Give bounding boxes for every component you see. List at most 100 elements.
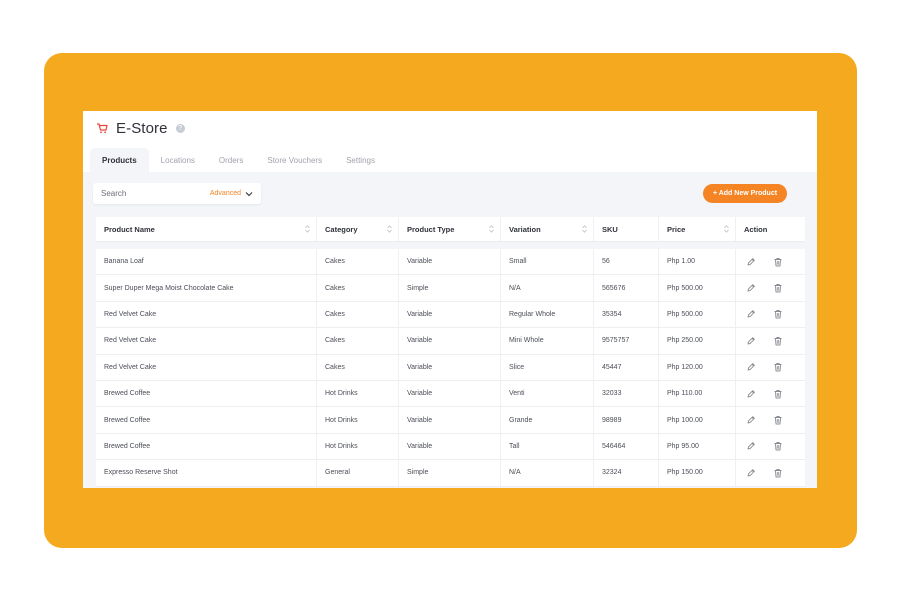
- cell-product-name: Red Velvet Cake: [96, 301, 317, 328]
- cell-product-type: Variable: [399, 301, 501, 328]
- tab-products[interactable]: Products: [90, 148, 149, 172]
- column-label: Product Name: [104, 224, 155, 234]
- sort-icon: [724, 225, 729, 233]
- tab-settings[interactable]: Settings: [334, 148, 387, 172]
- tab-orders[interactable]: Orders: [207, 148, 255, 172]
- cell-sku: 45447: [594, 354, 659, 380]
- add-new-product-button[interactable]: + Add New Product: [703, 184, 787, 203]
- pencil-icon[interactable]: [746, 441, 756, 451]
- column-header-sku: SKU: [594, 217, 659, 241]
- cell-category: Cakes: [317, 275, 399, 301]
- products-table: Banana Loaf Cakes Variable Small 56 Php …: [96, 249, 805, 487]
- cell-category: General: [317, 460, 399, 486]
- column-header-product-name[interactable]: Product Name: [96, 217, 317, 241]
- sort-icon: [305, 225, 310, 233]
- cell-product-type: Simple: [399, 460, 501, 486]
- cell-price: Php 500.00: [659, 301, 736, 328]
- cell-product-type: Variable: [399, 407, 501, 433]
- cell-variation: Mini Whole: [501, 328, 594, 354]
- cell-price: Php 1.00: [659, 249, 736, 275]
- cell-product-name: Super Duper Mega Moist Chocolate Cake: [96, 275, 317, 301]
- cell-sku: 32324: [594, 460, 659, 486]
- question-icon[interactable]: ?: [175, 123, 185, 133]
- cell-category: Cakes: [317, 249, 399, 275]
- trash-icon[interactable]: [773, 441, 783, 451]
- cell-variation: Small: [501, 249, 594, 275]
- cell-variation: Grande: [501, 407, 594, 433]
- pencil-icon[interactable]: [746, 257, 756, 267]
- table-row: Expresso Reserve Shot General Simple N/A…: [96, 460, 805, 487]
- column-label: Category: [325, 224, 358, 234]
- cell-product-type: Variable: [399, 433, 501, 460]
- pencil-icon[interactable]: [746, 336, 756, 346]
- trash-icon[interactable]: [773, 257, 783, 267]
- trash-icon[interactable]: [773, 309, 783, 319]
- column-header-variation[interactable]: Variation: [501, 217, 594, 241]
- trash-icon[interactable]: [773, 468, 783, 478]
- pencil-icon[interactable]: [746, 415, 756, 425]
- cell-product-name: Banana Loaf: [96, 249, 317, 275]
- cell-price: Php 500.00: [659, 275, 736, 301]
- table-row: Red Velvet Cake Cakes Variable Slice 454…: [96, 354, 805, 381]
- cell-category: Hot Drinks: [317, 380, 399, 407]
- trash-icon[interactable]: [773, 283, 783, 293]
- sort-icon: [489, 225, 494, 233]
- cart-icon: [97, 123, 108, 134]
- column-label: Product Type: [407, 224, 455, 234]
- cell-sku: 35354: [594, 301, 659, 328]
- trash-icon[interactable]: [773, 389, 783, 399]
- cell-actions: [736, 460, 805, 485]
- cell-category: Hot Drinks: [317, 433, 399, 460]
- advanced-search-toggle[interactable]: Advanced: [210, 190, 253, 197]
- column-header-product-type[interactable]: Product Type: [399, 217, 501, 241]
- cell-sku: 565676: [594, 275, 659, 301]
- cell-price: Php 110.00: [659, 380, 736, 407]
- column-header-price[interactable]: Price: [659, 217, 736, 241]
- cell-variation: Regular Whole: [501, 301, 594, 328]
- pencil-icon[interactable]: [746, 309, 756, 319]
- column-header-category[interactable]: Category: [317, 217, 399, 241]
- trash-icon[interactable]: [773, 336, 783, 346]
- cell-actions: [736, 407, 805, 432]
- column-label: Action: [744, 224, 768, 234]
- cell-variation: Slice: [501, 354, 594, 380]
- cell-price: Php 95.00: [659, 433, 736, 460]
- cell-variation: Tall: [501, 433, 594, 460]
- cell-product-name: Red Velvet Cake: [96, 354, 317, 380]
- cell-sku: 32033: [594, 380, 659, 407]
- pencil-icon[interactable]: [746, 389, 756, 399]
- cell-product-name: Brewed Coffee: [96, 433, 317, 460]
- table-row: Red Velvet Cake Cakes Variable Mini Whol…: [96, 328, 805, 355]
- tab-store-vouchers[interactable]: Store Vouchers: [255, 148, 334, 172]
- column-label: Variation: [509, 224, 541, 234]
- cell-product-type: Variable: [399, 354, 501, 380]
- cell-actions: [736, 434, 805, 459]
- pencil-icon[interactable]: [746, 362, 756, 372]
- pencil-icon[interactable]: [746, 283, 756, 293]
- sort-icon: [387, 225, 392, 233]
- cell-sku: 9575757: [594, 328, 659, 354]
- table-row: Brewed Coffee Hot Drinks Variable Grande…: [96, 407, 805, 434]
- search-box: Advanced: [93, 183, 261, 204]
- table-row: Brewed Coffee Hot Drinks Variable Tall 5…: [96, 433, 805, 461]
- tab-locations[interactable]: Locations: [149, 148, 207, 172]
- column-label: Price: [667, 224, 686, 234]
- cell-variation: Venti: [501, 380, 594, 407]
- cell-actions: [736, 328, 805, 353]
- search-input[interactable]: [101, 189, 201, 198]
- table-row: Banana Loaf Cakes Variable Small 56 Php …: [96, 249, 805, 276]
- cell-category: Hot Drinks: [317, 407, 399, 433]
- cell-product-type: Variable: [399, 380, 501, 407]
- cell-actions: [736, 355, 805, 380]
- cell-price: Php 100.00: [659, 407, 736, 433]
- table-header: Product Name Category Product Type Varia…: [96, 217, 805, 241]
- header: E-Store ? Products Locations Orders Stor…: [83, 111, 817, 172]
- cell-product-name: Brewed Coffee: [96, 407, 317, 433]
- table-row: Super Duper Mega Moist Chocolate Cake Ca…: [96, 275, 805, 302]
- trash-icon[interactable]: [773, 362, 783, 372]
- cell-actions: [736, 249, 805, 274]
- cell-price: Php 150.00: [659, 460, 736, 486]
- trash-icon[interactable]: [773, 415, 783, 425]
- cell-sku: 56: [594, 249, 659, 275]
- pencil-icon[interactable]: [746, 468, 756, 478]
